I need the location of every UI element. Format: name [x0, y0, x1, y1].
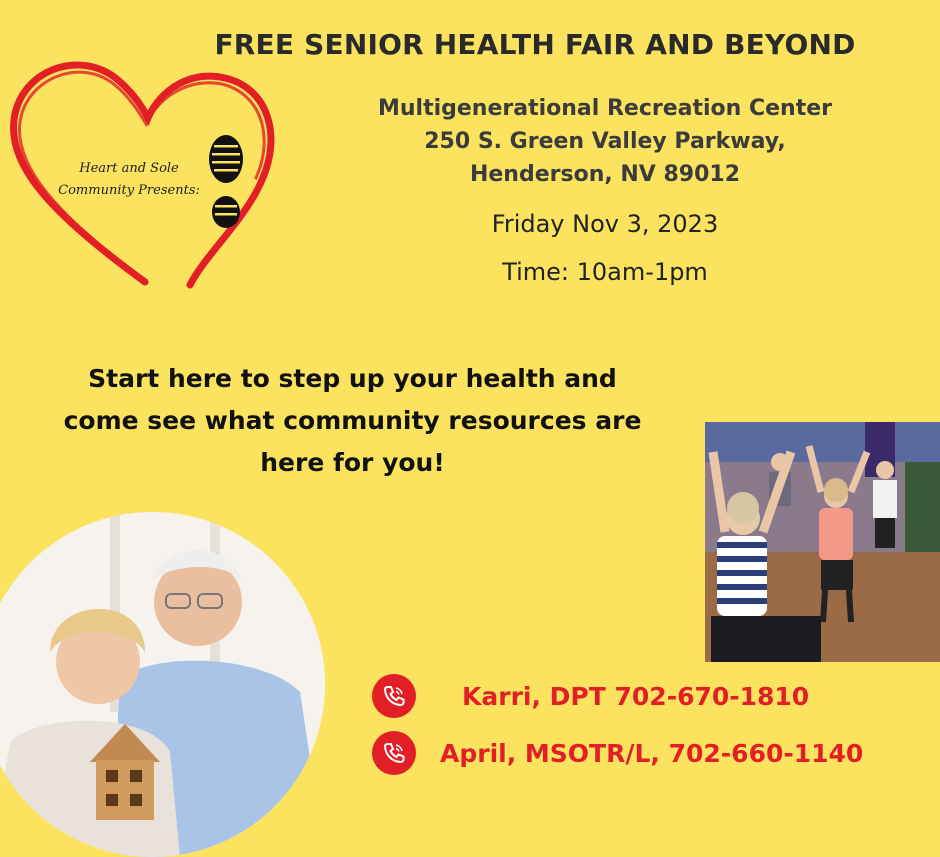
tagline-line-2: come see what community resources are	[63, 406, 642, 435]
logo-line-1: Heart and Sole	[79, 161, 179, 176]
heart-and-sole-logo: Heart and Sole Community Presents:	[0, 40, 290, 290]
venue-street: 250 S. Green Valley Parkway,	[424, 129, 786, 154]
phone-icon	[372, 731, 416, 775]
contact-karri[interactable]: Karri, DPT 702-670-1810	[372, 674, 809, 718]
venue-city: Henderson, NV 89012	[469, 162, 741, 187]
senior-couple-photo	[0, 512, 325, 857]
tagline-line-3: here for you!	[260, 448, 445, 477]
logo-line-2: Community Presents:	[58, 183, 200, 198]
page-title: FREE SENIOR HEALTH FAIR AND BEYOND	[214, 28, 856, 61]
exercise-class-photo	[705, 422, 940, 662]
tagline: Start here to step up your health and co…	[0, 358, 705, 484]
contact-karri-text: Karri, DPT 702-670-1810	[462, 681, 810, 711]
venue-name: Multigenerational Recreation Center	[377, 96, 832, 121]
shoe-print-icon	[209, 135, 243, 228]
event-date: Friday Nov 3, 2023	[491, 210, 719, 238]
tagline-line-1: Start here to step up your health and	[88, 364, 617, 393]
phone-icon	[372, 674, 416, 718]
contact-april-text: April, MSOTR/L, 702-660-1140	[440, 738, 864, 768]
event-time: Time: 10am-1pm	[502, 258, 708, 286]
contact-april[interactable]: April, MSOTR/L, 702-660-1140	[372, 731, 863, 775]
venue-address: Multigenerational Recreation Center 250 …	[330, 92, 880, 191]
